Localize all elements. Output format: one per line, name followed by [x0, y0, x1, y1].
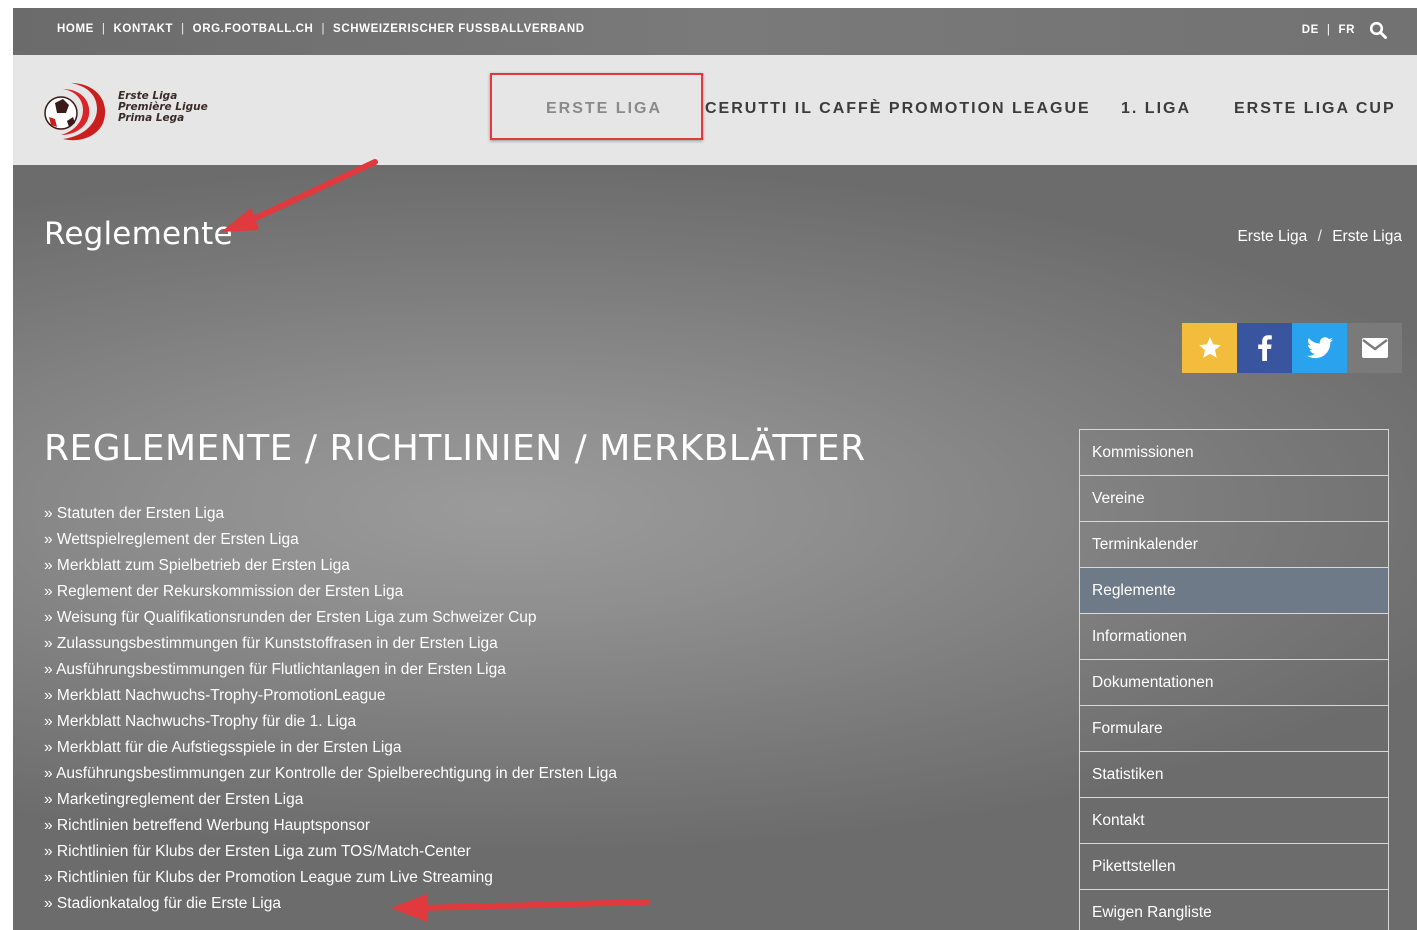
breadcrumb: Erste Liga / Erste Liga — [1237, 228, 1402, 246]
sidebar-item-formulare[interactable]: Formulare — [1080, 706, 1388, 752]
document-link[interactable]: » Reglement der Rekurskommission der Ers… — [44, 579, 617, 605]
nav-erste-liga-cup[interactable]: ERSTE LIGA CUP — [1234, 100, 1396, 118]
sidebar-item-reglemente[interactable]: Reglemente — [1080, 568, 1388, 614]
sidebar-item-kontakt[interactable]: Kontakt — [1080, 798, 1388, 844]
document-link[interactable]: » Statuten der Ersten Liga — [44, 501, 617, 527]
lang-de[interactable]: DE — [1302, 24, 1319, 36]
main-navigation: ERSTE LIGA CERUTTI IL CAFFÈ PROMOTION LE… — [13, 55, 1417, 165]
document-link[interactable]: » Merkblatt Nachwuchs-Trophy für die 1. … — [44, 709, 617, 735]
sidebar-item-ewigen-rangliste[interactable]: Ewigen Rangliste — [1080, 890, 1388, 930]
separator: | — [181, 23, 185, 35]
facebook-icon — [1257, 335, 1272, 361]
favorite-button[interactable] — [1182, 323, 1237, 373]
sidebar-item-statistiken[interactable]: Statistiken — [1080, 752, 1388, 798]
content-area: Reglemente Erste Liga / Erste Liga REGLE… — [13, 165, 1417, 930]
nav-1-liga[interactable]: 1. LIGA — [1121, 100, 1191, 118]
sidebar-navigation: Kommissionen Vereine Terminkalender Regl… — [1079, 429, 1389, 930]
site-header: Erste Liga Première Ligue Prima Lega ERS… — [13, 55, 1417, 165]
document-link[interactable]: » Ausführungsbestimmungen zur Kontrolle … — [44, 761, 617, 787]
sidebar-item-pikettstellen[interactable]: Pikettstellen — [1080, 844, 1388, 890]
sidebar-item-terminkalender[interactable]: Terminkalender — [1080, 522, 1388, 568]
top-utility-bar: HOME | KONTAKT | ORG.FOOTBALL.CH | SCHWE… — [13, 8, 1417, 55]
section-title: REGLEMENTE / RICHTLINIEN / MERKBLÄTTER — [44, 428, 866, 469]
page-title: Reglemente — [44, 216, 233, 252]
twitter-share-button[interactable] — [1292, 323, 1347, 373]
document-link[interactable]: » Weisung für Qualifikationsrunden der E… — [44, 605, 617, 631]
document-link[interactable]: » Richtlinien für Klubs der Ersten Liga … — [44, 839, 617, 865]
document-link[interactable]: » Marketingreglement der Ersten Liga — [44, 787, 617, 813]
breadcrumb-item[interactable]: Erste Liga — [1332, 228, 1402, 245]
separator: / — [1317, 228, 1322, 245]
org-football-link[interactable]: ORG.FOOTBALL.CH — [193, 23, 314, 35]
separator: | — [1326, 24, 1331, 36]
document-link[interactable]: » Zulassungsbestimmungen für Kunststoffr… — [44, 631, 617, 657]
browser-viewport: HOME | KONTAKT | ORG.FOOTBALL.CH | SCHWE… — [13, 8, 1417, 930]
mail-icon — [1361, 338, 1388, 358]
home-link[interactable]: HOME — [57, 23, 94, 35]
nav-promotion-league[interactable]: CERUTTI IL CAFFÈ PROMOTION LEAGUE — [705, 100, 1091, 118]
document-link[interactable]: » Stadionkatalog für die Erste Liga — [44, 891, 617, 917]
sfv-link[interactable]: SCHWEIZERISCHER FUSSBALLVERBAND — [333, 23, 585, 35]
document-list: » Statuten der Ersten Liga » Wettspielre… — [44, 501, 617, 917]
document-link[interactable]: » Merkblatt zum Spielbetrieb der Ersten … — [44, 553, 617, 579]
document-link[interactable]: » Richtlinien betreffend Werbung Hauptsp… — [44, 813, 617, 839]
document-link[interactable]: » Merkblatt Nachwuchs-Trophy-PromotionLe… — [44, 683, 617, 709]
sidebar-item-informationen[interactable]: Informationen — [1080, 614, 1388, 660]
search-icon[interactable] — [1369, 21, 1387, 39]
twitter-icon — [1306, 337, 1333, 359]
sidebar-item-dokumentationen[interactable]: Dokumentationen — [1080, 660, 1388, 706]
document-link[interactable]: » Richtlinien für Klubs der Promotion Le… — [44, 865, 617, 891]
breadcrumb-item[interactable]: Erste Liga — [1237, 228, 1307, 245]
language-switcher: DE | FR — [1302, 21, 1387, 39]
facebook-share-button[interactable] — [1237, 323, 1292, 373]
document-link[interactable]: » Merkblatt für die Aufstiegsspiele in d… — [44, 735, 617, 761]
email-share-button[interactable] — [1347, 323, 1402, 373]
document-link[interactable]: » Wettspielreglement der Ersten Liga — [44, 527, 617, 553]
star-icon — [1198, 337, 1221, 358]
sidebar-item-vereine[interactable]: Vereine — [1080, 476, 1388, 522]
share-buttons — [1182, 323, 1402, 373]
document-link[interactable]: » Ausführungsbestimmungen für Flutlichta… — [44, 657, 617, 683]
utility-links: HOME | KONTAKT | ORG.FOOTBALL.CH | SCHWE… — [57, 23, 585, 35]
lang-fr[interactable]: FR — [1338, 24, 1355, 36]
separator: | — [321, 23, 326, 35]
annotation-highlight-box — [490, 73, 703, 140]
kontakt-link[interactable]: KONTAKT — [114, 23, 174, 35]
sidebar-item-kommissionen[interactable]: Kommissionen — [1080, 430, 1388, 476]
separator: | — [101, 23, 106, 35]
